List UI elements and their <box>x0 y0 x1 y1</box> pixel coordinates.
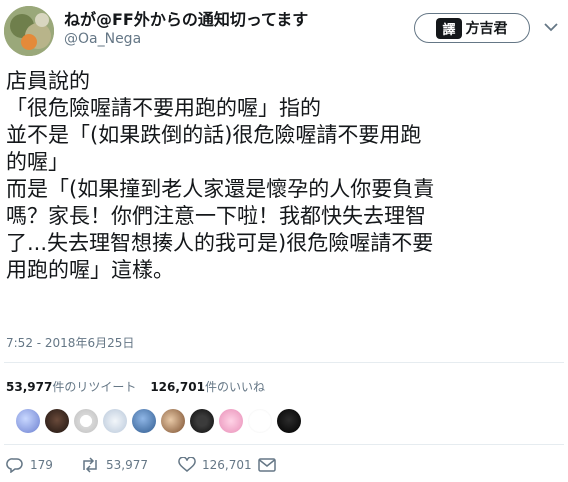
liker-avatar[interactable] <box>132 409 156 433</box>
follow-button[interactable]: 譯 方吉君 <box>414 13 530 43</box>
translate-badge: 譯 <box>436 17 462 39</box>
follow-button-label: 方吉君 <box>465 21 508 37</box>
liker-avatar[interactable] <box>248 409 272 433</box>
tweet-line: 嗎？家長！你們注意一下啦！我都快失去理智 <box>6 204 426 228</box>
liker-avatar[interactable] <box>103 409 127 433</box>
avatar-image-icon <box>4 6 54 56</box>
reply-icon <box>6 458 23 473</box>
tweet-header: ねが@FF外からの通知切ってます @Oa_Nega 譯 方吉君 <box>0 0 568 62</box>
reply-count: 179 <box>30 458 53 472</box>
retweets-count[interactable]: 53,977 <box>6 380 52 394</box>
tweet-line: 「很危險喔請不要用跑的喔」指的 <box>6 96 321 120</box>
tweet-stats: 53,977件のリツイート 126,701件のいいね <box>6 378 265 395</box>
direct-message-button[interactable] <box>258 458 276 472</box>
liker-avatar[interactable] <box>74 409 98 433</box>
retweet-count: 53,977 <box>106 458 148 472</box>
retweet-button[interactable]: 53,977 <box>80 457 168 473</box>
retweet-icon <box>83 457 97 473</box>
liker-avatar[interactable] <box>161 409 185 433</box>
liker-avatar[interactable] <box>277 409 301 433</box>
tweet-text: 店員說的 「很危險喔請不要用跑的喔」指的 並不是「(如果跌倒的話)很危險喔請不要… <box>6 68 562 284</box>
tweet-line: 用跑的喔」這樣。 <box>6 258 174 282</box>
likes-count[interactable]: 126,701 <box>150 380 205 394</box>
tweet-line: 了...失去理智想揍人的我可是)很危險喔請不要 <box>6 231 434 255</box>
liker-avatar[interactable] <box>219 409 243 433</box>
like-count: 126,701 <box>202 458 252 472</box>
tweet-line: 的喔」 <box>6 150 69 174</box>
user-handle[interactable]: @Oa_Nega <box>64 31 141 47</box>
liker-avatar[interactable] <box>16 409 40 433</box>
tweet-timestamp[interactable]: 7:52 - 2018年6月25日 <box>6 334 134 351</box>
divider <box>4 444 564 445</box>
divider <box>4 362 564 363</box>
like-button[interactable]: 126,701 <box>178 457 254 473</box>
avatar[interactable] <box>4 6 54 56</box>
heart-icon <box>178 457 196 472</box>
liker-avatars <box>16 409 301 435</box>
envelope-icon <box>258 458 276 472</box>
chevron-down-icon[interactable] <box>540 16 562 38</box>
tweet-line: 店員說的 <box>6 69 90 93</box>
tweet-actions: 179 53,977 126,701 <box>6 456 276 474</box>
liker-avatar[interactable] <box>45 409 69 433</box>
retweets-label[interactable]: 件のリツイート <box>52 380 136 394</box>
reply-button[interactable]: 179 <box>6 457 64 473</box>
tweet-line: 而是「(如果撞到老人家還是懷孕的人你要負責 <box>6 177 435 201</box>
liker-avatar[interactable] <box>190 409 214 433</box>
likes-label[interactable]: 件のいいね <box>205 380 265 394</box>
tweet-line: 並不是「(如果跌倒的話)很危險喔請不要用跑 <box>6 123 422 147</box>
display-name[interactable]: ねが@FF外からの通知切ってます <box>64 6 308 30</box>
